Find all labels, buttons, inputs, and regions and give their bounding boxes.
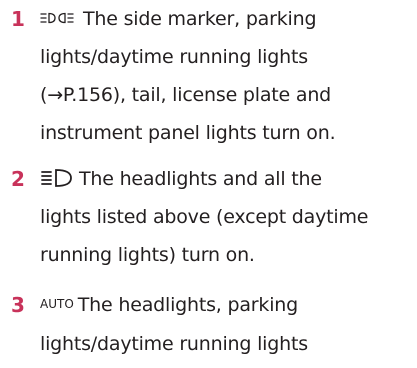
- description-line: instrument panel lights turn on.: [40, 122, 336, 144]
- list-item-headlights: 2 The headlights and all the lights list…: [0, 160, 417, 286]
- list-item-side-marker: 1 The side marker, parking lights/daytim…: [0, 0, 417, 160]
- description-line: lights listed above (except daytime: [40, 206, 369, 228]
- description-line: (→P.156), tail, license plate and: [40, 84, 332, 106]
- description-line: lights/daytime running lights: [40, 46, 308, 68]
- description-line-text: The headlights, parking: [77, 294, 298, 316]
- item-number: 1: [11, 7, 25, 31]
- description-line: AUTO The headlights, parking: [40, 286, 415, 325]
- page: { "items": [ { "number": "1", "icon": "s…: [0, 0, 417, 368]
- description-line: running lights) turn on.: [40, 244, 255, 266]
- description-line: lights/daytime running lights: [40, 332, 308, 355]
- item-description: The headlights and all the lights listed…: [40, 160, 415, 274]
- description-line-text: The side marker, parking: [83, 8, 317, 30]
- description-line: The headlights and all the: [40, 160, 415, 198]
- list-item-auto: 3 AUTO The headlights, parking lights/day…: [0, 286, 417, 368]
- side-marker-light-icon: [40, 12, 74, 23]
- item-number: 2: [11, 167, 25, 191]
- item-description: AUTO The headlights, parking lights/dayti…: [40, 286, 415, 363]
- description-line: The side marker, parking: [40, 0, 415, 38]
- description-line-text: The headlights and all the: [79, 168, 322, 190]
- item-number: 3: [11, 293, 25, 317]
- headlight-icon: [41, 168, 72, 187]
- item-description: The side marker, parking lights/daytime …: [40, 0, 415, 152]
- auto-light-icon: AUTO: [40, 296, 74, 311]
